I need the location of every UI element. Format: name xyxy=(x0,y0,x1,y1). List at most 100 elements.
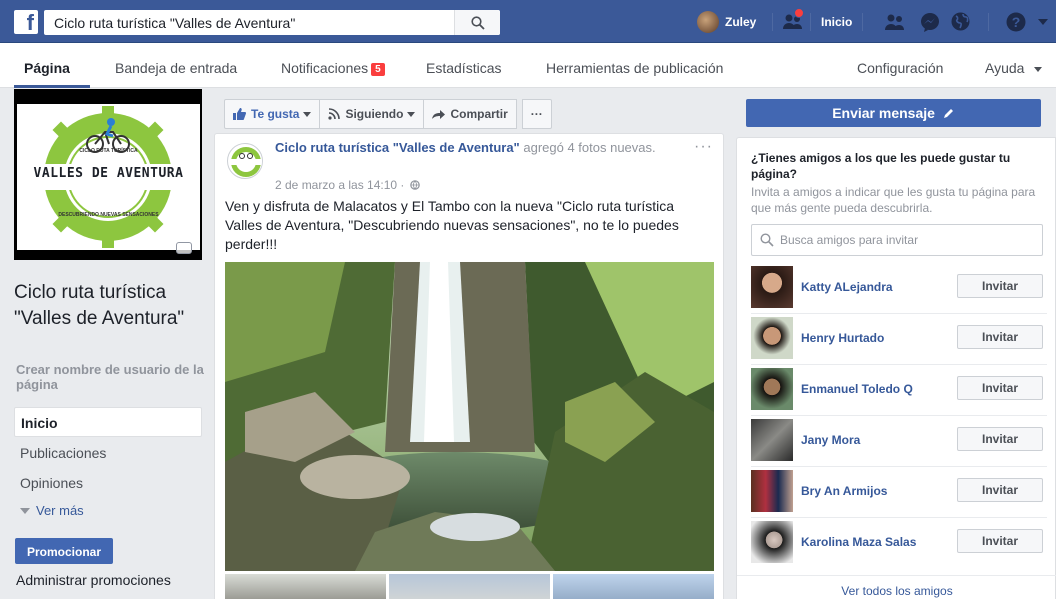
svg-text:?: ? xyxy=(1012,14,1021,30)
avatar[interactable] xyxy=(751,419,793,461)
avatar[interactable] xyxy=(751,470,793,512)
divider xyxy=(988,12,989,31)
invite-button[interactable]: Invitar xyxy=(957,325,1043,349)
search-input[interactable]: Ciclo ruta turística "Valles de Aventura… xyxy=(44,15,454,31)
send-message-button[interactable]: Enviar mensaje xyxy=(746,99,1041,127)
photo-thumbnail[interactable] xyxy=(553,574,714,599)
profile-link[interactable]: Zuley xyxy=(697,0,756,43)
invite-button[interactable]: Invitar xyxy=(957,427,1043,451)
search-icon xyxy=(470,15,485,30)
account-menu-button[interactable] xyxy=(1038,0,1048,43)
search-bar[interactable]: Ciclo ruta turística "Valles de Aventura… xyxy=(44,10,500,35)
friend-name-link[interactable]: Jany Mora xyxy=(801,433,860,447)
timestamp-text: 2 de marzo a las 14:10 · xyxy=(275,178,405,192)
divider xyxy=(751,415,1047,416)
post-main-photo[interactable] xyxy=(225,262,714,571)
sidebar-item-inicio[interactable]: Inicio xyxy=(14,407,202,437)
pencil-icon xyxy=(943,109,953,118)
invite-search-placeholder: Busca amigos para invitar xyxy=(780,233,919,247)
tab-estadisticas[interactable]: Estadísticas xyxy=(426,60,501,76)
like-button[interactable]: Te gusta xyxy=(224,99,321,129)
tab-ayuda[interactable]: Ayuda xyxy=(985,60,1043,76)
tab-notificaciones-label: Notificaciones xyxy=(281,60,369,76)
invite-search-input[interactable]: Busca amigos para invitar xyxy=(751,224,1043,256)
list-item: Henry Hurtado Invitar xyxy=(751,317,1047,365)
friend-name-link[interactable]: Katty ALejandra xyxy=(801,280,893,294)
see-more-link[interactable]: Ver más xyxy=(20,503,84,518)
invite-button[interactable]: Invitar xyxy=(957,274,1043,298)
post-header: Ciclo ruta turística "Valles de Aventura… xyxy=(275,139,685,157)
tab-pagina[interactable]: Página xyxy=(24,60,70,76)
see-all-friends-link[interactable]: Ver todos los amigos xyxy=(737,584,1056,598)
follow-button[interactable]: Siguiendo xyxy=(319,99,425,129)
list-item: Katty ALejandra Invitar xyxy=(751,266,1047,314)
post-author-link[interactable]: Ciclo ruta turística "Valles de Aventura… xyxy=(275,140,520,155)
invite-title: ¿Tienes amigos a los que les puede gusta… xyxy=(751,151,1011,181)
create-username-link[interactable]: Crear nombre de usuario de la página xyxy=(16,362,206,392)
follow-label: Siguiendo xyxy=(345,107,404,121)
page-title: Ciclo ruta turística "Valles de Aventura… xyxy=(14,282,185,329)
avatar[interactable] xyxy=(751,521,793,563)
notifications-button[interactable] xyxy=(951,0,970,43)
friend-requests-shortcut[interactable] xyxy=(782,0,804,43)
logo-main-text: VALLES DE AVENTURA xyxy=(33,166,184,181)
list-item: Karolina Maza Salas Invitar xyxy=(751,521,1047,565)
facebook-logo-icon[interactable]: f xyxy=(14,10,38,34)
manage-promotions-link[interactable]: Administrar promociones xyxy=(16,572,171,588)
sidebar-item-publicaciones[interactable]: Publicaciones xyxy=(14,438,202,468)
caret-down-icon xyxy=(303,111,312,117)
active-tab-indicator xyxy=(14,85,90,88)
tab-bandeja[interactable]: Bandeja de entrada xyxy=(115,60,237,76)
post-body-text: Ven y disfruta de Malacatos y El Tambo c… xyxy=(225,198,679,252)
caret-down-icon xyxy=(407,111,416,117)
divider xyxy=(862,12,863,31)
post-options-button[interactable]: ··· xyxy=(694,138,713,156)
friend-name-link[interactable]: Bry An Armijos xyxy=(801,484,887,498)
sidebar-item-opiniones[interactable]: Opiniones xyxy=(14,468,202,498)
post-action-text: agregó 4 fotos nuevas. xyxy=(523,140,656,155)
invite-button[interactable]: Invitar xyxy=(957,478,1043,502)
divider xyxy=(751,517,1047,518)
share-button[interactable]: Compartir xyxy=(423,99,517,129)
invite-button[interactable]: Invitar xyxy=(957,529,1043,553)
avatar[interactable] xyxy=(751,266,793,308)
search-button[interactable] xyxy=(454,10,500,35)
invite-button[interactable]: Invitar xyxy=(957,376,1043,400)
invite-description: Invita a amigos a indicar que les gusta … xyxy=(751,185,1036,215)
promote-button[interactable]: Promocionar xyxy=(15,538,113,564)
top-bar: f Ciclo ruta turística "Valles de Aventu… xyxy=(0,0,1056,43)
divider xyxy=(751,313,1047,314)
list-item: Jany Mora Invitar xyxy=(751,419,1047,467)
friend-name-link[interactable]: Henry Hurtado xyxy=(801,331,884,345)
avatar[interactable] xyxy=(751,317,793,359)
post-timestamp[interactable]: 2 de marzo a las 14:10 · xyxy=(275,178,420,192)
send-message-label: Enviar mensaje xyxy=(832,105,935,121)
profile-picture[interactable]: VALLES DE AVENTURA CICLO RUTA TURÍSTICA … xyxy=(14,89,202,260)
globe-icon xyxy=(409,180,420,190)
caret-down-icon xyxy=(1034,67,1043,72)
tab-configuracion[interactable]: Configuración xyxy=(857,60,943,76)
notification-dot xyxy=(794,8,804,18)
tab-notificaciones[interactable]: Notificaciones 5 xyxy=(281,60,385,76)
tab-herramientas[interactable]: Herramientas de publicación xyxy=(546,60,723,76)
post-author-avatar[interactable] xyxy=(227,143,263,179)
messenger-button[interactable] xyxy=(920,0,940,43)
friend-name-link[interactable]: Karolina Maza Salas xyxy=(801,535,916,549)
more-options-button[interactable]: ··· xyxy=(521,99,552,129)
profile-name: Zuley xyxy=(725,14,757,29)
home-link[interactable]: Inicio xyxy=(821,0,852,43)
logo-mini-graphic xyxy=(230,147,262,177)
help-button[interactable]: ? xyxy=(1006,0,1026,43)
divider xyxy=(810,12,811,31)
search-icon xyxy=(760,233,774,247)
photo-thumbnail[interactable] xyxy=(389,574,550,599)
friend-name-link[interactable]: Enmanuel Toledo Q xyxy=(801,382,913,396)
page-logo: VALLES DE AVENTURA CICLO RUTA TURÍSTICA … xyxy=(17,104,200,250)
page-action-bar: Te gusta Siguiendo Compartir ··· xyxy=(224,99,552,129)
camera-icon[interactable] xyxy=(176,242,192,254)
photo-thumbnail[interactable] xyxy=(225,574,386,599)
page-nav: Página Bandeja de entrada Notificaciones… xyxy=(0,43,1056,88)
divider xyxy=(772,12,773,31)
friends-button[interactable] xyxy=(884,0,906,43)
avatar[interactable] xyxy=(751,368,793,410)
